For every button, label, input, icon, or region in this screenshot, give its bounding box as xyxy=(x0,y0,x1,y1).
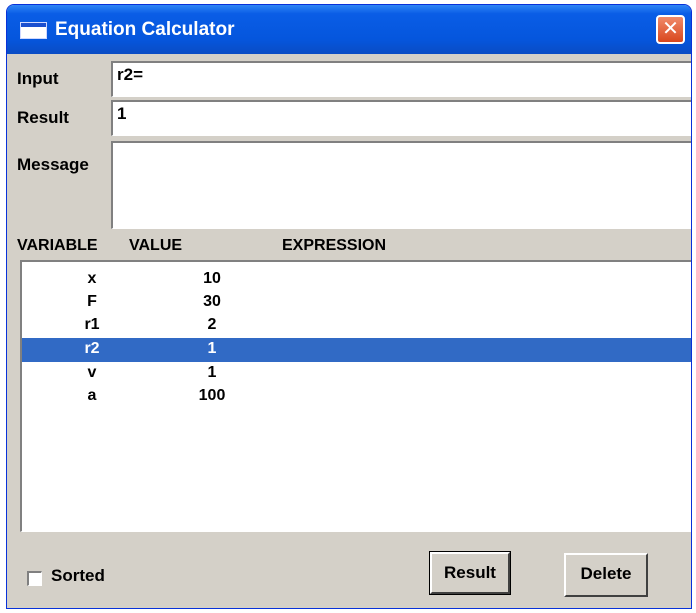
message-field[interactable] xyxy=(111,141,691,229)
result-button[interactable]: Result xyxy=(429,551,511,595)
result-label: Result xyxy=(17,108,69,127)
table-header: VARIABLE VALUE EXPRESSION xyxy=(7,237,691,257)
header-value: VALUE xyxy=(129,237,183,254)
window-icon xyxy=(20,22,47,39)
variable-list[interactable]: x 10 F 30 r1 2 r2 1 v 1 a 100 xyxy=(20,260,691,532)
equation-calculator-window: Equation Calculator ✕ Input r2= Result 1… xyxy=(6,4,692,609)
result-field[interactable]: 1 xyxy=(111,100,691,136)
cell-variable: r1 xyxy=(84,316,100,333)
close-icon[interactable]: ✕ xyxy=(656,15,685,44)
cell-value: 1 xyxy=(207,364,217,381)
table-row[interactable]: a 100 xyxy=(22,385,691,409)
cell-value: 2 xyxy=(207,316,217,333)
cell-variable: a xyxy=(87,387,97,404)
cell-variable: r2 xyxy=(84,340,100,357)
header-variable: VARIABLE xyxy=(17,237,98,254)
window-title: Equation Calculator xyxy=(55,19,235,40)
cell-variable: v xyxy=(87,364,97,381)
cell-variable: x xyxy=(87,270,97,287)
cell-value: 10 xyxy=(203,270,221,287)
cell-value: 1 xyxy=(207,340,217,357)
title-bar[interactable]: Equation Calculator ✕ xyxy=(7,5,691,54)
cell-value: 30 xyxy=(203,293,221,310)
cell-value: 100 xyxy=(198,387,226,404)
sorted-checkbox[interactable] xyxy=(27,571,42,586)
table-row[interactable]: x 10 xyxy=(22,268,691,292)
table-row[interactable]: F 30 xyxy=(22,291,691,315)
message-label: Message xyxy=(17,155,89,174)
sorted-label[interactable]: Sorted xyxy=(51,566,105,586)
cell-variable: F xyxy=(87,293,97,310)
table-row[interactable]: r1 2 xyxy=(22,314,691,338)
table-row[interactable]: v 1 xyxy=(22,362,691,386)
delete-button[interactable]: Delete xyxy=(564,553,648,597)
header-expression: EXPRESSION xyxy=(282,237,387,254)
input-field[interactable]: r2= xyxy=(111,61,691,97)
input-label: Input xyxy=(17,69,59,88)
table-row-selected[interactable]: r2 1 xyxy=(22,338,691,362)
